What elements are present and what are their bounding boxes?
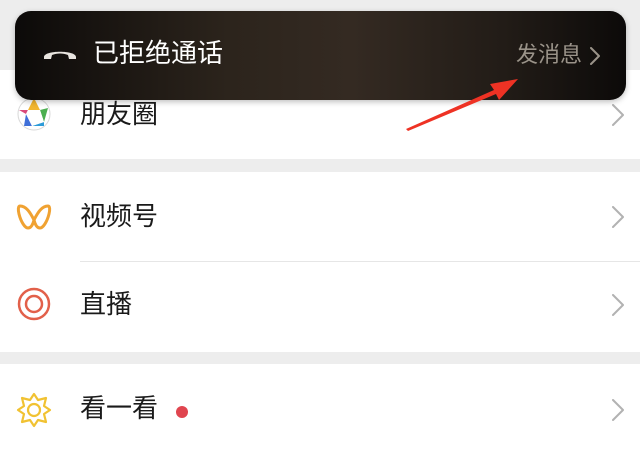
hang-up-phone-icon — [44, 51, 76, 59]
banner-title: 已拒绝通话 — [93, 39, 224, 69]
menu-item-top-stories[interactable]: 看一看 — [0, 364, 640, 454]
chevron-right-icon[interactable] — [590, 47, 600, 65]
chevron-right-icon — [612, 206, 624, 228]
channels-icon — [16, 204, 52, 230]
menu-item-channels-label: 视频号 — [80, 202, 159, 232]
unread-badge-dot — [176, 406, 188, 418]
menu-item-moments-label: 朋友圈 — [80, 100, 159, 130]
top-stories-icon — [16, 392, 52, 428]
chevron-right-icon — [612, 399, 624, 421]
chevron-right-icon — [612, 104, 624, 126]
channels-live-group: 视频号 直播 — [0, 172, 640, 352]
menu-item-top-stories-label: 看一看 — [80, 394, 159, 424]
top-stories-group: 看一看 — [0, 364, 640, 470]
chevron-right-icon — [612, 294, 624, 316]
send-message-action[interactable]: 发消息 — [516, 41, 582, 71]
menu-item-live-label: 直播 — [80, 290, 133, 320]
moments-aperture-icon — [17, 97, 51, 131]
live-ring-icon — [17, 287, 51, 321]
menu-item-channels[interactable]: 视频号 — [0, 172, 640, 262]
call-rejected-banner[interactable]: 已拒绝通话 发消息 — [15, 11, 626, 100]
menu-item-live[interactable]: 直播 — [0, 262, 640, 352]
